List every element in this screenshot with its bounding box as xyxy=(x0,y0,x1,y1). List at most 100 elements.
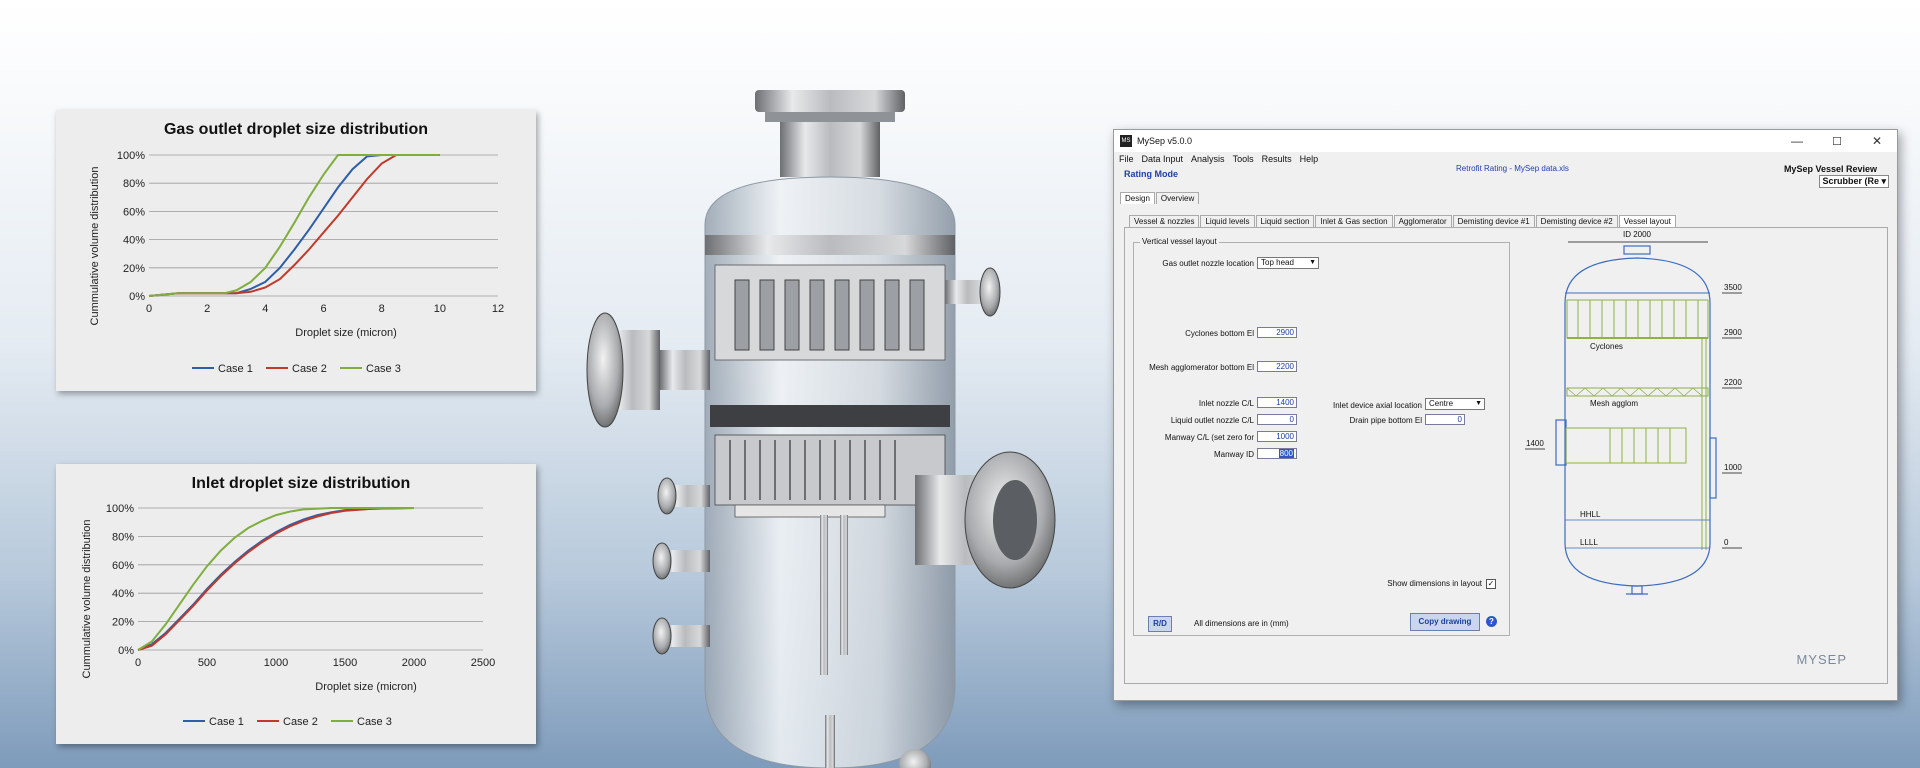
menu-analysis[interactable]: Analysis xyxy=(1191,154,1225,164)
x-tick-label: 2 xyxy=(204,303,210,315)
gas-outlet-select[interactable]: Top head ▼ xyxy=(1257,257,1319,269)
cyclones-input[interactable]: 2900 xyxy=(1257,327,1297,338)
manway-id-label: Manway ID xyxy=(1213,450,1254,459)
manway-id-input[interactable]: 800 xyxy=(1257,448,1297,459)
y-tick-label: 80% xyxy=(112,531,134,543)
menu-tools[interactable]: Tools xyxy=(1233,154,1254,164)
review-title: MySep Vessel Review xyxy=(1783,164,1877,174)
inlet-device-label: Inlet device axial location xyxy=(1333,401,1422,410)
manway-input[interactable]: 1000 xyxy=(1257,431,1297,442)
x-tick-label: 8 xyxy=(379,303,385,315)
y-tick-label: 40% xyxy=(123,235,145,247)
tab-overview[interactable]: Overview xyxy=(1155,192,1200,204)
mesh-hatch xyxy=(1566,387,1703,397)
vessel-layout-drawing: ID 2000 3500 2900 2200 1400 1000 0 Cyclo… xyxy=(1525,230,1742,595)
elev-2200: 2200 xyxy=(1724,378,1742,387)
tab-design[interactable]: Design xyxy=(1120,192,1155,204)
level-flange-2 xyxy=(652,542,672,580)
show-dims-checkbox[interactable]: ✓ xyxy=(1486,579,1496,589)
legend-entry: Case 1 xyxy=(209,716,244,728)
inlet-vane-drawing xyxy=(1565,427,1687,464)
instrument-flange xyxy=(979,267,1001,317)
y-tick-label: 80% xyxy=(123,178,145,190)
gas-outlet-chart-svg: Gas outlet droplet size distribution Cum… xyxy=(89,121,504,375)
chart-title: Inlet droplet size distribution xyxy=(192,475,411,492)
menu-data-input[interactable]: Data Input xyxy=(1142,154,1184,164)
tab-demisting-1[interactable]: Demisting device #1 xyxy=(1452,215,1535,227)
series-line-case-3 xyxy=(137,507,414,651)
y-tick-label: 60% xyxy=(112,560,134,572)
top-flange-neck xyxy=(765,112,895,122)
maximize-button[interactable]: ☐ xyxy=(1817,130,1857,152)
llll-label: LLLL xyxy=(1580,538,1598,547)
tab-liquid-levels[interactable]: Liquid levels xyxy=(1200,215,1255,227)
y-tick-label: 100% xyxy=(117,150,145,162)
level-flange-3 xyxy=(652,617,672,655)
x-tick-label: 2500 xyxy=(471,657,495,669)
cyclones-label: Cyclones bottom El xyxy=(1185,329,1254,338)
elev-3500: 3500 xyxy=(1724,283,1742,292)
y-tick-label: 0% xyxy=(129,291,145,303)
top-nozzle xyxy=(780,122,880,177)
liquid-outlet-input[interactable]: 0 xyxy=(1257,414,1297,425)
gas-outlet-value: Top head xyxy=(1261,258,1294,267)
inlet-nozzle-label: Inlet nozzle C/L xyxy=(1198,399,1254,408)
app-logo-icon: MS xyxy=(1120,135,1132,147)
series-line-case-1 xyxy=(148,154,440,297)
series-line-case-2 xyxy=(148,154,440,297)
manway-drawing xyxy=(1709,437,1717,499)
menu-help[interactable]: Help xyxy=(1300,154,1319,164)
tab-demisting-2[interactable]: Demisting device #2 xyxy=(1535,215,1618,227)
tab-liquid-section[interactable]: Liquid section xyxy=(1255,215,1315,227)
inlet-nozzle-input[interactable]: 1400 xyxy=(1257,397,1297,408)
bottom-drain xyxy=(825,715,835,768)
drain-input[interactable]: 0 xyxy=(1425,414,1465,425)
legend-entry: Case 1 xyxy=(218,363,253,375)
help-icon[interactable]: ? xyxy=(1486,616,1497,627)
drain-pipe-2 xyxy=(840,515,848,655)
x-axis-label: Droplet size (micron) xyxy=(295,327,396,339)
mysep-logo: MYSEP xyxy=(1796,652,1847,667)
series-line-case-1 xyxy=(137,507,415,651)
tab-agglomerator[interactable]: Agglomerator xyxy=(1393,215,1452,227)
x-tick-label: 6 xyxy=(320,303,326,315)
copy-drawing-button[interactable]: Copy drawing xyxy=(1410,613,1480,631)
y-tick-label: 40% xyxy=(112,588,134,600)
tab-vessel-nozzles[interactable]: Vessel & nozzles xyxy=(1129,215,1200,227)
inlet-chart-svg: Inlet droplet size distribution Cummulat… xyxy=(81,475,495,728)
legend-entry: Case 2 xyxy=(283,716,318,728)
series-line-case-2 xyxy=(137,507,415,651)
close-button[interactable]: ✕ xyxy=(1857,130,1897,152)
outlet-bore xyxy=(993,480,1037,560)
minimize-button[interactable]: — xyxy=(1777,130,1817,152)
manway-id-value: 800 xyxy=(1278,449,1294,458)
tab-vessel-layout[interactable]: Vessel layout xyxy=(1618,215,1676,227)
show-dims-label: Show dimensions in layout xyxy=(1387,579,1482,588)
menu-results[interactable]: Results xyxy=(1262,154,1292,164)
tab-inlet-gas-section[interactable]: Inlet & Gas section xyxy=(1315,215,1393,227)
vessel-type-select[interactable]: Scrubber (Re ▾ xyxy=(1819,175,1889,188)
y-tick-label: 60% xyxy=(123,206,145,218)
mesh-pad xyxy=(710,405,950,427)
gas-outlet-chart: Gas outlet droplet size distribution Cum… xyxy=(56,110,536,391)
inlet-device-select[interactable]: Centre ▼ xyxy=(1425,398,1485,410)
menu-file[interactable]: File xyxy=(1119,154,1134,164)
chart-title: Gas outlet droplet size distribution xyxy=(164,121,428,138)
inlet-chart: Inlet droplet size distribution Cummulat… xyxy=(56,464,536,744)
y-axis-label: Cummulative volume distribution xyxy=(81,520,93,679)
x-tick-label: 0 xyxy=(135,657,141,669)
hhll-label: HHLL xyxy=(1580,510,1601,519)
elev-0: 0 xyxy=(1724,538,1729,547)
mesh-input[interactable]: 2200 xyxy=(1257,361,1297,372)
level-flange-1 xyxy=(657,477,677,515)
rd-button[interactable]: R/D xyxy=(1148,616,1172,632)
sub-tabs: Vessel & nozzles Liquid levels Liquid se… xyxy=(1129,215,1677,227)
liquid-outlet-label: Liquid outlet nozzle C/L xyxy=(1170,416,1254,425)
liquid-outlet-nozzle xyxy=(1631,585,1643,595)
y-tick-label: 20% xyxy=(112,617,134,629)
top-flange xyxy=(755,90,905,112)
y-tick-label: 20% xyxy=(123,263,145,275)
title-bar: MS MySep v5.0.0 — ☐ ✕ xyxy=(1114,130,1897,152)
id-label: ID 2000 xyxy=(1623,230,1652,239)
mysep-window: MS MySep v5.0.0 — ☐ ✕ File Data Input An… xyxy=(1113,129,1898,701)
